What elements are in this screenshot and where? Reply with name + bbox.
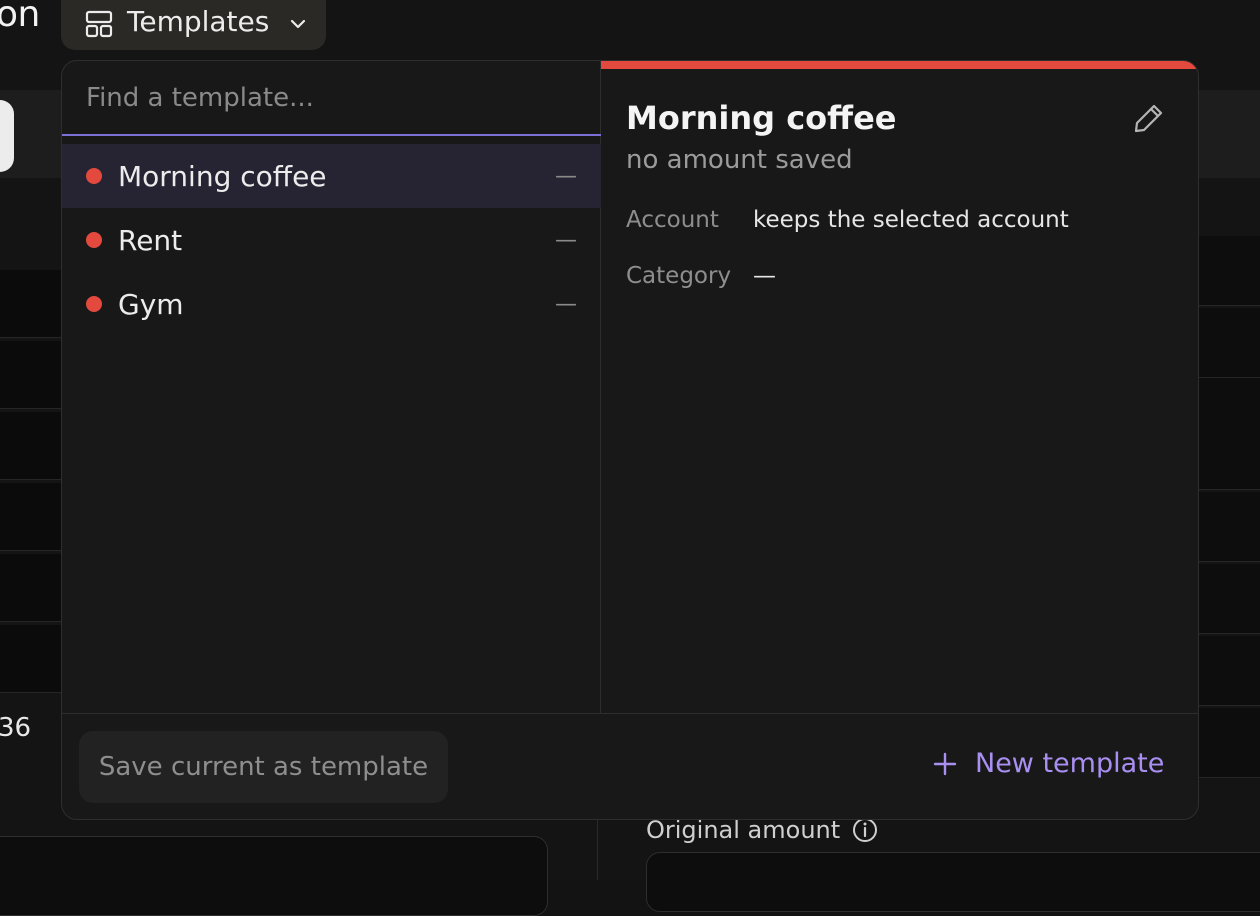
background-right-row <box>1195 308 1260 378</box>
plus-icon <box>933 752 957 776</box>
template-search <box>62 61 601 136</box>
background-right-row <box>1195 564 1260 634</box>
template-color-accent-bar <box>601 61 1199 69</box>
save-as-template-button[interactable]: Save current as template <box>79 731 448 803</box>
background-row <box>0 483 70 551</box>
background-row <box>0 625 70 693</box>
page-title-fragment: on <box>0 0 40 35</box>
detail-row-account: Account keeps the selected account <box>626 207 1069 233</box>
template-item-amount: — <box>555 228 577 253</box>
background-divider <box>597 820 598 880</box>
background-right-row <box>1195 378 1260 490</box>
info-icon[interactable] <box>852 817 878 843</box>
background-row <box>0 412 70 480</box>
template-color-dot <box>86 296 102 312</box>
background-right-row <box>1195 708 1260 778</box>
original-amount-label: Original amount <box>646 816 840 844</box>
template-color-dot <box>86 168 102 184</box>
template-list-panel: Morning coffee — Rent — Gym — <box>62 61 601 713</box>
template-list: Morning coffee — Rent — Gym — <box>62 144 601 336</box>
detail-key: Account <box>626 207 753 233</box>
template-item-amount: — <box>555 292 577 317</box>
background-right-row <box>1195 492 1260 562</box>
template-item-gym[interactable]: Gym — <box>62 272 601 336</box>
new-template-label: New template <box>975 748 1164 779</box>
detail-row-category: Category — <box>626 263 776 289</box>
original-amount-label-group: Original amount <box>646 816 878 844</box>
template-color-dot <box>86 232 102 248</box>
template-item-label: Morning coffee <box>118 160 555 193</box>
background-pill <box>0 100 14 172</box>
detail-key: Category <box>626 263 753 289</box>
background-right-row <box>1195 636 1260 706</box>
detail-value: — <box>753 263 776 289</box>
edit-pencil-icon[interactable] <box>1132 101 1166 135</box>
background-row <box>0 341 70 409</box>
template-search-input[interactable] <box>86 83 576 113</box>
background-input-box[interactable] <box>0 836 548 916</box>
templates-popover: Morning coffee — Rent — Gym — Morning co… <box>61 60 1199 820</box>
template-detail-panel: Morning coffee no amount saved Account k… <box>601 61 1199 713</box>
template-item-label: Gym <box>118 288 555 321</box>
template-item-morning-coffee[interactable]: Morning coffee — <box>62 144 601 208</box>
template-item-label: Rent <box>118 224 555 257</box>
detail-value: keeps the selected account <box>753 207 1069 233</box>
chevron-down-icon <box>287 13 309 35</box>
template-item-rent[interactable]: Rent — <box>62 208 601 272</box>
templates-dropdown-button[interactable]: Templates <box>61 0 326 50</box>
template-detail-subtitle: no amount saved <box>626 145 853 175</box>
new-template-button[interactable]: New template <box>933 748 1164 779</box>
background-row <box>0 270 70 338</box>
popover-footer: Save current as template New template <box>62 713 1199 820</box>
background-value-fragment: 36 <box>0 713 31 743</box>
template-item-amount: — <box>555 164 577 189</box>
template-detail-title: Morning coffee <box>626 99 896 137</box>
original-amount-input[interactable] <box>646 852 1260 912</box>
background-row <box>0 554 70 622</box>
background-right-row <box>1195 236 1260 306</box>
templates-button-label: Templates <box>127 5 269 38</box>
layout-template-icon <box>85 10 113 38</box>
